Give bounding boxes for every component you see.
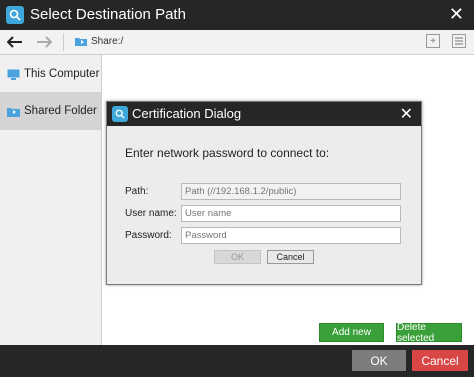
password-label: Password: <box>125 230 172 241</box>
close-icon[interactable]: ✕ <box>449 4 464 24</box>
path-field[interactable] <box>181 183 401 200</box>
sidebar-item-label: Shared Folder <box>24 105 97 117</box>
path-breadcrumb[interactable]: Share:/ <box>91 36 123 47</box>
monitor-icon <box>7 69 20 80</box>
title-bar: Select Destination Path ✕ <box>0 0 474 30</box>
delete-selected-button[interactable]: Delete selected <box>396 322 462 344</box>
cancel-button[interactable]: Cancel <box>412 350 468 371</box>
window-title: Select Destination Path <box>30 6 186 23</box>
certification-dialog: Certification Dialog ✕ Enter network pas… <box>106 101 422 285</box>
password-field[interactable] <box>181 227 401 244</box>
dialog-title: Certification Dialog <box>132 106 242 121</box>
arrow-right-icon <box>37 36 52 48</box>
select-destination-window: Select Destination Path ✕ Share:/ + This… <box>0 0 474 377</box>
ok-button[interactable]: OK <box>352 350 406 371</box>
plus-icon: + <box>430 35 436 47</box>
dialog-title-bar: Certification Dialog ✕ <box>107 102 421 126</box>
app-logo-icon <box>6 6 24 24</box>
forward-button[interactable] <box>33 32 55 52</box>
view-list-button[interactable] <box>452 34 466 48</box>
shared-folder-icon <box>75 38 87 46</box>
username-label: User name: <box>125 208 177 219</box>
app-logo-icon <box>112 106 128 122</box>
dialog-message: Enter network password to connect to: <box>125 146 330 160</box>
username-field[interactable] <box>181 205 401 222</box>
sidebar: This Computer Shared Folder <box>0 55 102 345</box>
new-folder-button[interactable]: + <box>426 34 440 48</box>
shared-folder-icon <box>7 107 20 117</box>
arrow-left-icon <box>7 36 22 48</box>
back-button[interactable] <box>4 32 26 52</box>
path-label: Path: <box>125 186 149 197</box>
add-new-button[interactable]: Add new <box>319 323 384 342</box>
sidebar-item-shared-folder[interactable]: Shared Folder <box>0 92 101 130</box>
sidebar-item-this-computer[interactable]: This Computer <box>0 55 101 93</box>
toolbar: Share:/ + <box>0 30 474 55</box>
dialog-cancel-button[interactable]: Cancel <box>267 250 314 264</box>
dialog-ok-button[interactable]: OK <box>214 250 261 264</box>
close-icon[interactable]: ✕ <box>400 104 413 124</box>
list-view-icon <box>455 37 463 45</box>
toolbar-divider <box>63 33 64 51</box>
sidebar-item-label: This Computer <box>24 68 100 80</box>
